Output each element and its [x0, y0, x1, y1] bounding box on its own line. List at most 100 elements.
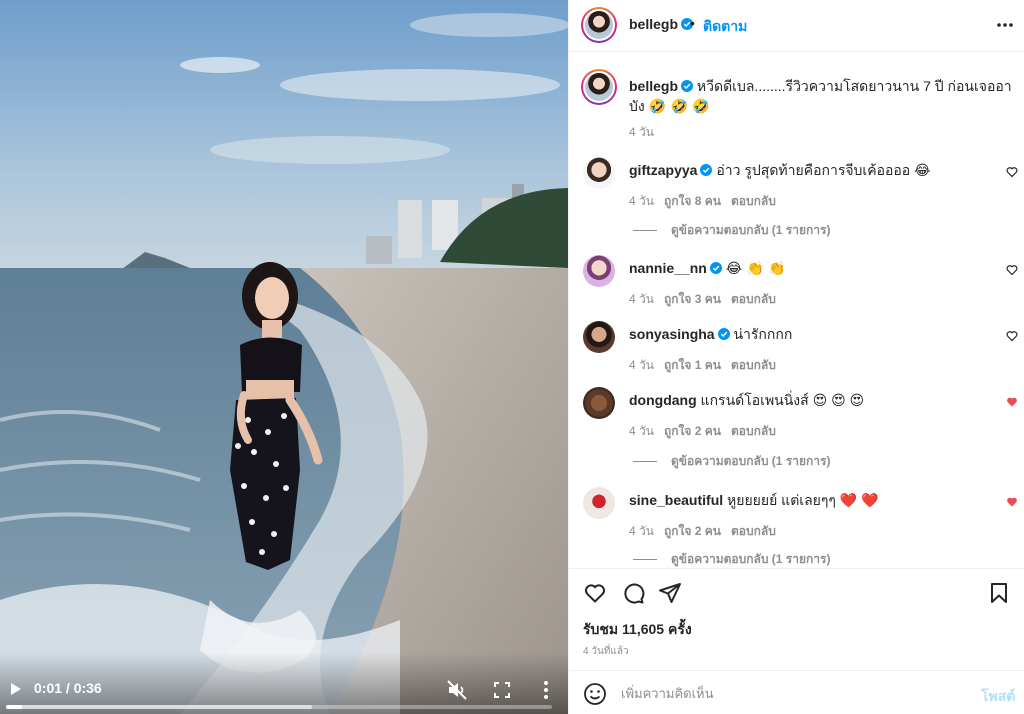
commenter-avatar[interactable]	[583, 255, 615, 287]
video-player[interactable]: 0:01 / 0:36	[0, 0, 568, 714]
caption-username[interactable]: bellegb	[629, 78, 678, 94]
post-header: bellegb • ติดตาม	[569, 0, 1024, 52]
reply-button[interactable]: ตอบกลับ	[731, 524, 776, 538]
comment-liked-icon[interactable]	[1006, 396, 1018, 408]
comment-meta: 4 วัน ถูกใจ 3 คน ตอบกลับ	[629, 290, 786, 309]
comment-text-row: sonyasingha น่ารักกกก	[629, 325, 792, 343]
commenter-avatar[interactable]	[583, 387, 615, 419]
bookmark-icon[interactable]	[987, 581, 1011, 605]
posted-time: 4 วันที่แล้ว	[583, 646, 629, 657]
replies-divider	[633, 461, 657, 463]
reply-button[interactable]: ตอบกลับ	[731, 358, 776, 372]
replies-divider	[633, 559, 657, 561]
comment-meta: 4 วัน ถูกใจ 2 คน ตอบกลับ	[629, 522, 786, 541]
verified-badge-icon	[709, 262, 722, 274]
video-frame	[0, 0, 568, 714]
comment-likes[interactable]: ถูกใจ 2 คน	[664, 424, 721, 438]
comment-item: sine_beautiful หูยยยยย์ แต่เลยๆๆ ❤️ ❤️ 4…	[569, 487, 1024, 547]
post-comment-button[interactable]: โพสต์	[981, 686, 1015, 708]
follow-button[interactable]: ติดตาม	[703, 16, 747, 38]
view-replies-button[interactable]: ดูข้อความตอบกลับ (1 รายการ)	[633, 452, 830, 471]
comment-item: giftzapyya อ่าว รูปสุดท้ายคือการจีบเค้ออ…	[569, 157, 1024, 217]
comment-text: หูยยยยย์ แต่เลยๆๆ ❤️ ❤️	[727, 492, 879, 508]
commenter-username[interactable]: nannie__nn	[629, 260, 707, 276]
video-controls: 0:01 / 0:36	[0, 652, 568, 714]
video-progress-bar[interactable]	[6, 705, 552, 709]
commenter-username[interactable]: sine_beautiful	[629, 492, 723, 508]
author-avatar[interactable]	[581, 7, 617, 43]
commenter-username[interactable]: giftzapyya	[629, 162, 697, 178]
comment-likes[interactable]: ถูกใจ 2 คน	[664, 524, 721, 538]
replies-divider	[633, 230, 657, 232]
commenter-avatar[interactable]	[583, 157, 615, 189]
share-icon[interactable]	[658, 581, 682, 605]
caption-timestamp: 4 วัน	[629, 125, 654, 139]
reply-button[interactable]: ตอบกลับ	[731, 424, 776, 438]
instagram-post-modal: 0:01 / 0:36 bellegb • ติดตาม bellegb หวี…	[0, 0, 1024, 714]
view-replies-button[interactable]: ดูข้อความตอบกลับ (1 รายการ)	[633, 221, 830, 240]
comment-time: 4 วัน	[629, 524, 654, 538]
author-username[interactable]: bellegb	[629, 16, 678, 32]
comment-text: น่ารักกกก	[733, 326, 793, 342]
comment-text: 😂 👏 👏	[725, 261, 786, 277]
play-icon[interactable]	[6, 680, 24, 698]
view-replies-label: ดูข้อความตอบกลับ (1 รายการ)	[671, 454, 831, 468]
video-buffer-fill	[6, 705, 312, 709]
heart-icon[interactable]	[583, 581, 607, 605]
fullscreen-icon[interactable]	[492, 680, 512, 700]
header-separator: •	[690, 15, 695, 31]
view-replies-label: ดูข้อความตอบกลับ (1 รายการ)	[671, 223, 831, 237]
comment-text: อ่าว รูปสุดท้ายคือการจีบเค้ออออ 😂	[716, 162, 931, 178]
post-caption: bellegb หวีดดีเบล........รีวิวความโสดยาว…	[629, 76, 1019, 117]
post-actions: รับชม 11,605 ครั้ง 4 วันที่แล้ว	[569, 568, 1024, 670]
commenter-username[interactable]: sonyasingha	[629, 326, 715, 342]
view-replies-label: ดูข้อความตอบกลับ (1 รายการ)	[671, 552, 831, 566]
more-horizontal-icon[interactable]	[995, 15, 1015, 35]
comment-icon[interactable]	[621, 581, 645, 605]
reply-button[interactable]: ตอบกลับ	[731, 194, 776, 208]
comment-item: sonyasingha น่ารักกกก 4 วัน ถูกใจ 1 คน ตอบ…	[569, 321, 1024, 381]
caption-author-avatar[interactable]	[581, 69, 617, 105]
comment-text-row: giftzapyya อ่าว รูปสุดท้ายคือการจีบเค้ออ…	[629, 161, 930, 179]
caption-emoji: 🤣 🤣 🤣	[648, 99, 710, 115]
comment-time: 4 วัน	[629, 194, 654, 208]
comment-likes[interactable]: ถูกใจ 1 คน	[664, 358, 721, 372]
video-time: 0:01 / 0:36	[34, 680, 102, 696]
comment-time: 4 วัน	[629, 358, 654, 372]
comment-composer: โพสต์	[569, 670, 1024, 714]
commenter-avatar[interactable]	[583, 321, 615, 353]
comments-list[interactable]: bellegb หวีดดีเบล........รีวิวความโสดยาว…	[569, 53, 1024, 568]
comment-text-row: nannie__nn 😂 👏 👏	[629, 259, 786, 278]
verified-badge-icon	[717, 328, 730, 340]
mute-icon[interactable]	[446, 679, 468, 701]
more-vertical-icon[interactable]	[536, 679, 556, 701]
comment-input[interactable]	[621, 680, 961, 706]
comment-item: nannie__nn 😂 👏 👏 4 วัน ถูกใจ 3 คน ตอบกลับ	[569, 255, 1024, 315]
comment-time: 4 วัน	[629, 292, 654, 306]
video-played-fill	[6, 705, 23, 709]
comment-likes[interactable]: ถูกใจ 8 คน	[664, 194, 721, 208]
comment-time: 4 วัน	[629, 424, 654, 438]
commenter-username[interactable]: dongdang	[629, 392, 697, 408]
post-side-panel: bellegb • ติดตาม bellegb หวีดดีเบล......…	[568, 0, 1024, 714]
comment-text-row: sine_beautiful หูยยยยย์ แต่เลยๆๆ ❤️ ❤️	[629, 491, 879, 509]
comment-liked-icon[interactable]	[1006, 496, 1018, 508]
comment-item: dongdang แกรนด์โอเพนนิ่งส์ 😍 😍 😍 4 วัน ถู…	[569, 387, 1024, 447]
comment-like-icon[interactable]	[1006, 330, 1018, 342]
emoji-icon[interactable]	[583, 682, 607, 706]
author-username-row: bellegb	[629, 16, 694, 32]
comment-likes[interactable]: ถูกใจ 3 คน	[664, 292, 721, 306]
comment-text: แกรนด์โอเพนนิ่งส์ 😍 😍 😍	[700, 392, 865, 408]
verified-badge-icon	[681, 80, 694, 92]
comment-like-icon[interactable]	[1006, 264, 1018, 276]
commenter-avatar[interactable]	[583, 487, 615, 519]
comment-meta: 4 วัน ถูกใจ 2 คน ตอบกลับ	[629, 422, 786, 441]
reply-button[interactable]: ตอบกลับ	[731, 292, 776, 306]
view-count[interactable]: รับชม 11,605 ครั้ง	[583, 619, 692, 641]
view-replies-button[interactable]: ดูข้อความตอบกลับ (1 รายการ)	[633, 550, 830, 568]
comment-like-icon[interactable]	[1006, 166, 1018, 178]
comment-meta: 4 วัน ถูกใจ 1 คน ตอบกลับ	[629, 356, 786, 375]
comment-text-row: dongdang แกรนด์โอเพนนิ่งส์ 😍 😍 😍	[629, 391, 864, 409]
verified-badge-icon	[700, 164, 713, 176]
comment-meta: 4 วัน ถูกใจ 8 คน ตอบกลับ	[629, 192, 786, 211]
